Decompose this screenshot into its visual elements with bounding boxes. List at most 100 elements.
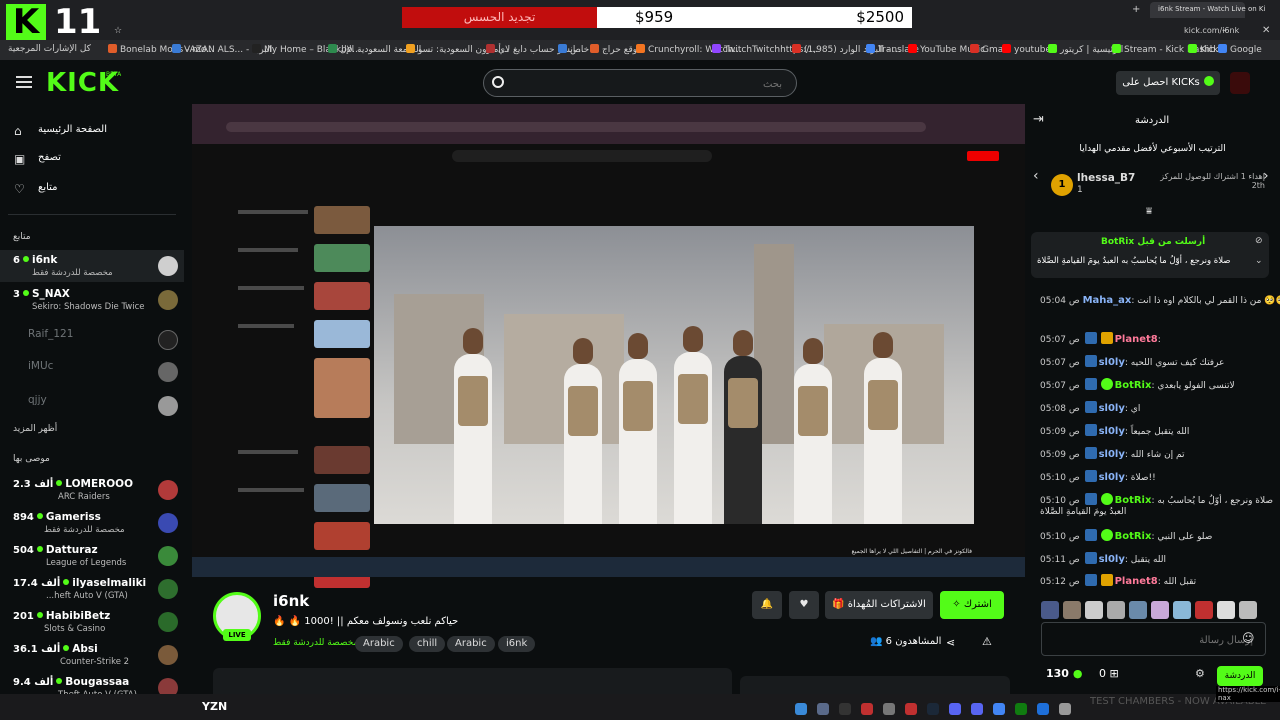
- unpin-icon[interactable]: ⊘: [1255, 236, 1263, 246]
- taskbar-app-icon[interactable]: [839, 703, 851, 715]
- minimize-icon[interactable]: –: [1222, 25, 1227, 36]
- sidebar-item-home[interactable]: ⌂ الصفحة الرئيسية: [14, 122, 174, 140]
- bookmark-favicon-icon: [1002, 44, 1011, 53]
- taskbar-app-icon[interactable]: [993, 703, 1005, 715]
- emote[interactable]: [1107, 601, 1125, 619]
- taskbar-app-icon[interactable]: [861, 703, 873, 715]
- active-tab[interactable]: i6nk Stream - Watch Live on Ki: [1150, 2, 1265, 18]
- emote[interactable]: [1173, 601, 1191, 619]
- taskbar-app-icon[interactable]: [1037, 703, 1049, 715]
- streamer-name[interactable]: i6nk: [273, 592, 309, 610]
- sidebar-channel-recommended[interactable]: 894 Gameriss مخصصة للدردشة فقط: [0, 507, 184, 539]
- bookmark-item[interactable]: Google: [1218, 44, 1262, 55]
- stream-category[interactable]: مخصصة للدردشة فقط: [273, 638, 358, 648]
- chat-message: 05:10 ص BotRix: صلاة ونرجع ، أوّلُ ما يُ…: [1040, 493, 1274, 506]
- bookmark-item[interactable]: youtube: [1002, 44, 1051, 55]
- bookmark-favicon-icon: [1188, 44, 1197, 53]
- bookmark-item[interactable]: خاص: [558, 44, 589, 55]
- taskbar-app-icon[interactable]: [1059, 703, 1071, 715]
- taskbar-app-icon[interactable]: [905, 703, 917, 715]
- taskbar-app-icon[interactable]: [1015, 703, 1027, 715]
- gift-subs-button[interactable]: 🎁 الاشتراكات المُهداة: [825, 591, 933, 619]
- sidebar-channel-recommended[interactable]: 2.3 ألف LOMEROOO ARC Raiders: [0, 474, 184, 506]
- sidebar-item-browse[interactable]: ▣ تصفح: [14, 150, 174, 168]
- bookmark-favicon-icon: [970, 44, 979, 53]
- new-tab-icon[interactable]: +: [1132, 4, 1140, 15]
- sidebar-channel-raif[interactable]: Raif_121: [0, 324, 184, 356]
- emote[interactable]: [1041, 601, 1059, 619]
- sidebar-channel-recommended[interactable]: 36.1 ألف Absi Counter-Strike 2: [0, 639, 184, 671]
- sidebar-channel-qjjy[interactable]: qjjy: [0, 390, 184, 422]
- taskbar-app-icon[interactable]: [795, 703, 807, 715]
- thumbnail: [314, 484, 370, 512]
- emote[interactable]: [1195, 601, 1213, 619]
- collapse-chat-icon[interactable]: ⇥: [1033, 112, 1044, 127]
- notification-bell-button[interactable]: 🔔: [752, 591, 782, 619]
- sidebar-item-following[interactable]: ♡ متابع: [14, 180, 174, 198]
- leaderboard-next: إهداء 1 اشتراك للوصول للمركز 2th: [1160, 172, 1265, 190]
- url-text[interactable]: kick.com/i6nk: [1184, 26, 1239, 35]
- chat-message: 05:10 ص sl0ly: صلاة!!: [1040, 470, 1156, 483]
- follow-button[interactable]: ♥: [789, 591, 819, 619]
- search-input[interactable]: [512, 75, 782, 93]
- bookmark-item[interactable]: موقع حراج: [590, 44, 642, 55]
- star-icon[interactable]: ☆: [114, 26, 122, 36]
- pinned-text: صلاة ونرجع ، أوّلُ ما يُحاسبُ به العبدُ …: [1037, 256, 1231, 266]
- subscribe-button[interactable]: ✧ اشترك: [940, 591, 1004, 619]
- close-window-icon[interactable]: ✕: [1262, 25, 1270, 36]
- bookmark-all[interactable]: كل الإشارات المرجعية: [8, 44, 91, 54]
- search-bar[interactable]: [483, 69, 797, 97]
- chevron-left-icon[interactable]: ‹: [1033, 168, 1039, 184]
- emote[interactable]: [1217, 601, 1235, 619]
- emote[interactable]: [1085, 601, 1103, 619]
- video-thumbnail-list: [314, 206, 370, 596]
- chat-input-box[interactable]: ☺: [1041, 622, 1266, 656]
- kicks-balance[interactable]: 130 ●: [1046, 667, 1082, 680]
- emote[interactable]: [1151, 601, 1169, 619]
- filter-icon[interactable]: ⩸: [1146, 206, 1152, 217]
- stream-tag[interactable]: i6nk: [498, 636, 536, 652]
- badge-icon: [1084, 355, 1097, 367]
- profile-avatar[interactable]: [1230, 72, 1250, 94]
- taskbar-app-icon[interactable]: [927, 703, 939, 715]
- sidebar-channel-s-nax[interactable]: 3 S_NAX Sekiro: Shadows Die Twice: [0, 284, 184, 316]
- sidebar-channel-recommended[interactable]: 201 HabibiBetz Slots & Casino: [0, 606, 184, 638]
- chat-message: 05:09 ص sl0ly: تم إن شاء الله: [1040, 447, 1185, 460]
- show-more-link[interactable]: أظهر المزيد: [13, 424, 57, 434]
- sidebar-channel-recommended[interactable]: 504 Datturaz League of Legends: [0, 540, 184, 572]
- taskbar-app-icon[interactable]: [949, 703, 961, 715]
- settings-gear-icon[interactable]: ⚙: [1195, 667, 1205, 680]
- chat-input[interactable]: [1068, 631, 1253, 649]
- emote[interactable]: [1239, 601, 1257, 619]
- viewer-count: 👥 المشاهدون 6: [870, 636, 942, 647]
- video-player[interactable]: فالكونز في الحرم | التفاصيل اللي لا يراه…: [192, 104, 1025, 588]
- search-icon: [492, 76, 504, 88]
- stream-tag[interactable]: Arabic: [355, 636, 403, 652]
- get-kicks-button[interactable]: احصل على KICKs: [1116, 71, 1220, 95]
- report-icon[interactable]: ⚠: [982, 635, 992, 648]
- live-dot-icon: [63, 645, 70, 651]
- browse-icon: ▣: [14, 152, 26, 166]
- menu-icon[interactable]: [16, 76, 32, 88]
- emoji-icon[interactable]: ☺: [1242, 631, 1255, 645]
- points-balance[interactable]: 0 ⊞: [1099, 667, 1119, 680]
- emote[interactable]: [1063, 601, 1081, 619]
- bookmark-favicon-icon: [866, 44, 875, 53]
- taskbar-app-icon[interactable]: [817, 703, 829, 715]
- chevron-down-icon[interactable]: ⌄: [1255, 256, 1263, 266]
- stream-tag[interactable]: chill: [409, 636, 446, 652]
- chat-send-button[interactable]: الدردشة: [1217, 666, 1263, 686]
- taskbar-app-icon[interactable]: [971, 703, 983, 715]
- verified-icon: [1100, 493, 1113, 505]
- bookmark-item[interactable]: Kick: [1188, 44, 1219, 55]
- emote[interactable]: [1129, 601, 1147, 619]
- share-icon[interactable]: ⋖: [946, 636, 955, 649]
- taskbar-app-icon[interactable]: [883, 703, 895, 715]
- sidebar-channel-imuc[interactable]: iMUc: [0, 356, 184, 388]
- stream-tag[interactable]: Arabic: [447, 636, 495, 652]
- sidebar-channel-i6nk[interactable]: 6 i6nk مخصصة للدردشة فقط: [0, 250, 184, 282]
- leaderboard-user[interactable]: lhessa_B7: [1077, 172, 1135, 184]
- live-dot-icon: [22, 290, 29, 296]
- live-dot-icon: [63, 579, 70, 585]
- sidebar-channel-recommended[interactable]: 17.4 ألف ilyaselmaliki ...heft Auto V (GT…: [0, 573, 184, 605]
